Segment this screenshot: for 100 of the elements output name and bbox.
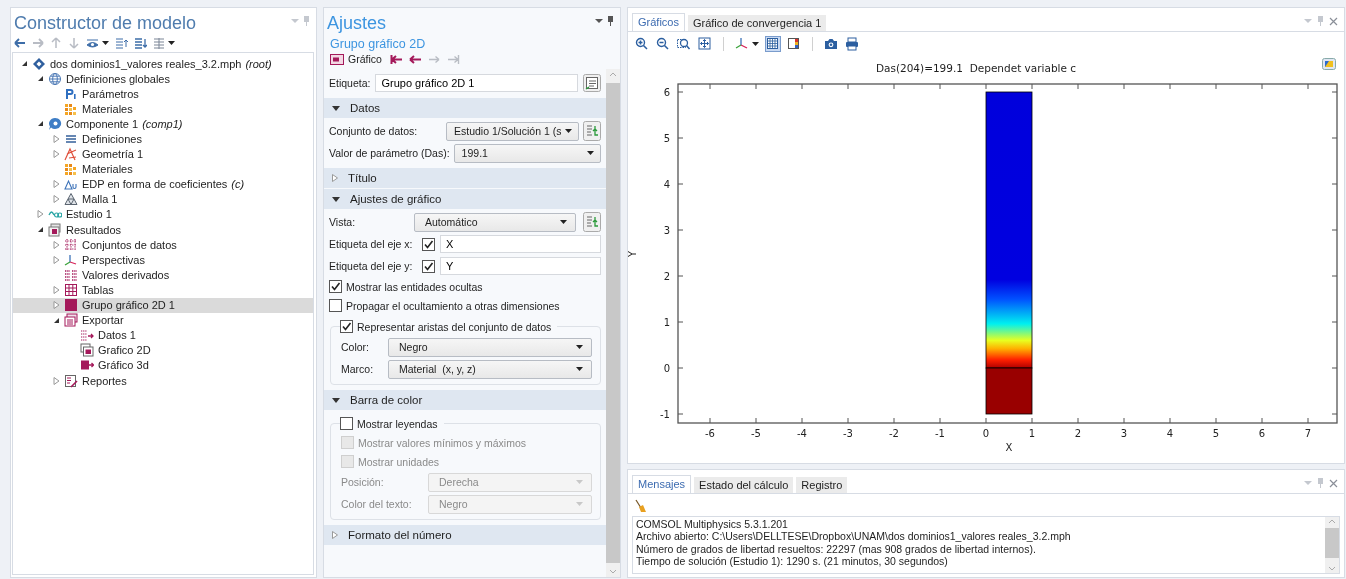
collapse-all-icon[interactable] [134, 37, 147, 49]
tree-item[interactable]: Definiciones [13, 131, 313, 147]
tree-item[interactable]: Materiales [13, 101, 313, 117]
arrow-left-icon[interactable] [14, 37, 26, 49]
eye-icon[interactable] [86, 37, 99, 49]
dropdown-icon[interactable] [595, 16, 603, 26]
tick-label: 3 [663, 225, 670, 236]
expanded-arrow-icon[interactable] [52, 316, 60, 324]
panel-title: Ajustes [327, 12, 387, 34]
tree-item[interactable]: Tablas [13, 282, 313, 298]
tick-label: 3 [1120, 428, 1128, 439]
collapsed-arrow-icon[interactable] [52, 135, 60, 143]
expanded-arrow-icon[interactable] [36, 120, 44, 128]
tab[interactable]: Gráficos [632, 13, 685, 31]
tree-item[interactable]: Materiales [13, 161, 313, 177]
collapsed-arrow-icon[interactable] [52, 376, 60, 385]
tree-item[interactable]: Gráfico 3d [13, 357, 313, 373]
broom-icon[interactable] [634, 499, 646, 513]
checkbox[interactable] [329, 299, 342, 312]
collapsed-arrow-icon[interactable] [52, 180, 60, 189]
section-header[interactable]: Datos [324, 98, 606, 118]
tree-item[interactable]: Definiciones globales [13, 71, 313, 87]
tree-item[interactable]: Perspectivas [13, 252, 313, 268]
tree-item[interactable]: Geometría 1 [13, 146, 313, 162]
dropdown[interactable]: Material (x, y, z) [388, 359, 592, 379]
checkbox[interactable] [340, 417, 353, 430]
arrow-up-icon[interactable] [50, 37, 62, 49]
expanded-arrow-icon[interactable] [36, 75, 44, 83]
color-image-icon[interactable] [1322, 58, 1336, 70]
checkbox-label: Propagar el ocultamiento a otras dimensiones [346, 299, 560, 312]
text-field[interactable]: X [440, 235, 601, 253]
tab[interactable]: Estado del cálculo [694, 477, 794, 493]
tree-item[interactable]: Parámetros [13, 86, 313, 102]
dropdown[interactable]: 199.1 [453, 143, 601, 163]
tree-item[interactable]: Grupo gráfico 2D 1 [13, 297, 313, 313]
tree-item[interactable]: dos dominios1_valores reales_3.2.mph (root) [13, 56, 313, 72]
note-button-icon[interactable] [583, 74, 601, 92]
tree-item[interactable]: Malla 1 [13, 191, 313, 207]
dropdown[interactable]: Estudio 1/Solución 1 (s [446, 121, 579, 141]
checkbox[interactable] [340, 320, 353, 333]
tree-item[interactable]: Datos 1 [13, 327, 313, 343]
checkbox[interactable] [329, 280, 342, 293]
dataset-button-icon[interactable] [583, 121, 601, 141]
dropdown[interactable]: Automático [414, 212, 576, 232]
collapsed-arrow-icon[interactable] [52, 195, 60, 204]
tree-item[interactable]: Reportes [13, 372, 313, 389]
axes-icon[interactable] [735, 37, 749, 51]
expanded-arrow-icon[interactable] [36, 226, 44, 234]
tree-item[interactable]: Valores derivados [13, 267, 313, 283]
tree-item[interactable]: Grafico 2D [13, 342, 313, 358]
expanded-arrow-icon[interactable] [20, 60, 28, 68]
close-icon[interactable] [1329, 478, 1338, 488]
caret-icon [576, 480, 583, 484]
scrollbar-thumb[interactable] [606, 83, 620, 563]
tree-item[interactable]: Exportar [13, 312, 313, 328]
close-icon[interactable] [1329, 16, 1338, 26]
arrow-down-icon[interactable] [68, 37, 80, 49]
text-field[interactable]: Grupo gráfico 2D 1 [375, 74, 578, 92]
camera-icon[interactable] [824, 37, 838, 51]
section-header[interactable]: Barra de color [324, 390, 606, 410]
grid-icon[interactable] [766, 37, 780, 51]
color-legend-icon[interactable] [787, 37, 801, 51]
tree-item[interactable]: EDP en forma de coeficientes (c) [13, 176, 313, 192]
results-icon [48, 222, 62, 237]
first-arrow-icon[interactable] [389, 53, 403, 65]
checkbox[interactable] [422, 237, 435, 251]
tab[interactable]: Mensajes [632, 475, 692, 493]
section-header[interactable]: Formato del número [324, 525, 606, 545]
columns-icon[interactable] [153, 37, 165, 49]
tree-item[interactable]: Conjuntos de datos [13, 237, 313, 253]
collapsed-arrow-icon[interactable] [52, 301, 60, 310]
tab[interactable]: Gráfico de convergencia 1 [687, 15, 827, 31]
collapsed-arrow-icon[interactable] [52, 240, 60, 249]
collapsed-arrow-icon[interactable] [52, 285, 60, 294]
tree-item[interactable]: Resultados [13, 222, 313, 238]
section-header[interactable]: Ajustes de gráfico [324, 189, 606, 209]
collapsed-arrow-icon [332, 531, 338, 539]
zoom-out-icon[interactable] [656, 37, 670, 51]
dropdown[interactable]: Negro [388, 337, 592, 357]
section-header[interactable]: Título [324, 168, 606, 188]
checkbox[interactable] [422, 259, 435, 273]
dataset-button-icon[interactable] [583, 212, 601, 232]
tree-item[interactable]: Estudio 1 [13, 206, 313, 223]
arrow-left-icon[interactable] [408, 53, 422, 65]
collapsed-arrow-icon[interactable] [36, 210, 44, 219]
caret-icon [168, 41, 175, 45]
scrollbar-thumb[interactable] [1325, 528, 1339, 558]
text-field[interactable]: Y [440, 257, 601, 275]
printer-icon[interactable] [845, 37, 859, 51]
zoom-in-icon[interactable] [635, 37, 649, 51]
pin-icon[interactable] [607, 16, 614, 26]
collapsed-arrow-icon[interactable] [52, 255, 60, 264]
tree-item[interactable]: Componente 1 (comp1) [13, 116, 313, 132]
tab[interactable]: Registro [796, 477, 848, 493]
zoom-box-icon[interactable] [677, 37, 691, 51]
zoom-extents-icon[interactable] [698, 37, 712, 51]
collapsed-arrow-icon[interactable] [52, 150, 60, 159]
arrow-right-icon[interactable] [32, 37, 44, 49]
expanded-arrow-icon [332, 105, 340, 111]
expand-all-icon[interactable] [115, 37, 128, 49]
